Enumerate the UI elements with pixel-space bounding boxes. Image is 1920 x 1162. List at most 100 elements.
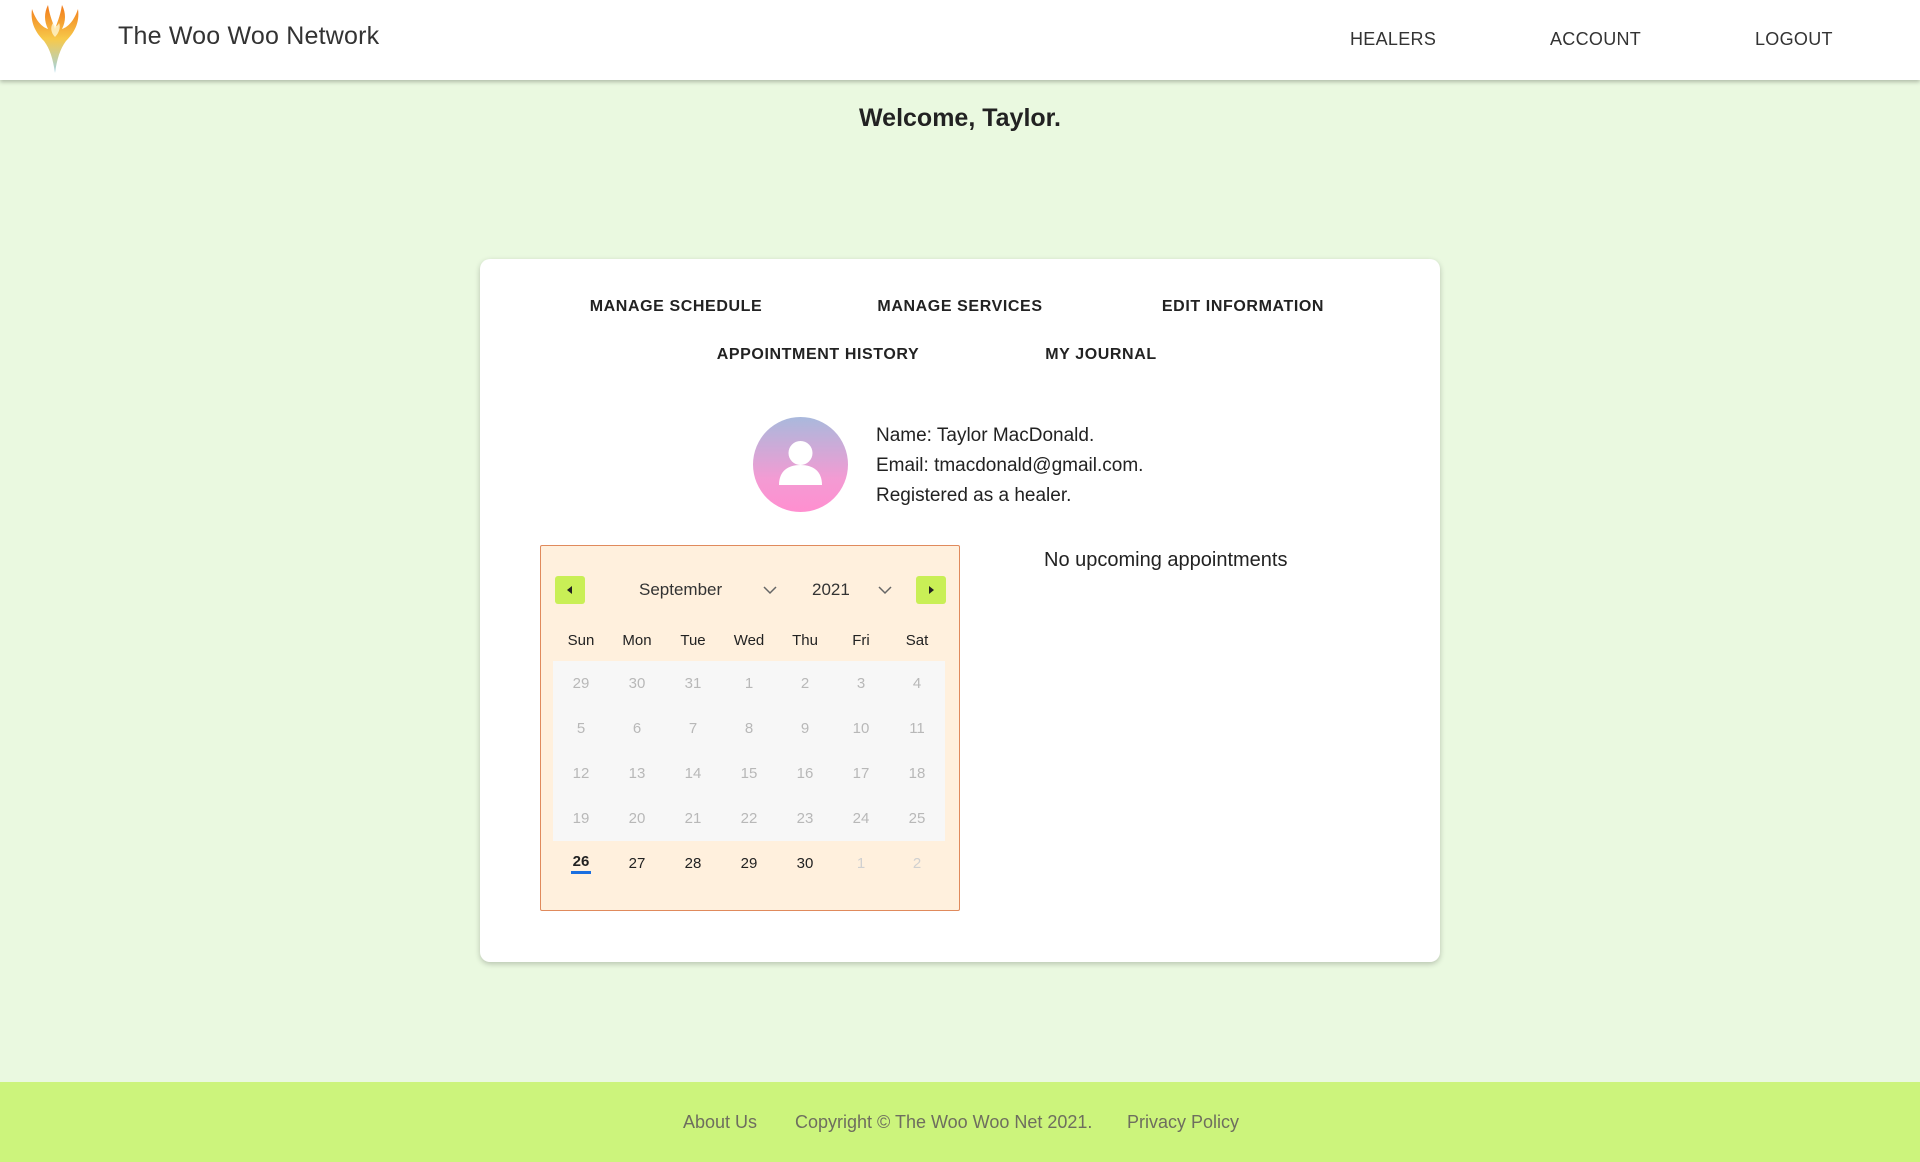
- calendar-day: 13: [609, 751, 665, 796]
- calendar-day: 1: [833, 841, 889, 886]
- day-number: 29: [740, 855, 758, 872]
- day-number: 5: [576, 720, 586, 737]
- tab-edit-information[interactable]: EDIT INFORMATION: [1162, 298, 1324, 316]
- calendar-day: 11: [889, 706, 945, 751]
- brand-title[interactable]: The Woo Woo Network: [118, 22, 379, 51]
- calendar-day[interactable]: 28: [665, 841, 721, 886]
- day-number: 7: [688, 720, 698, 737]
- day-number: 30: [628, 675, 646, 692]
- day-number: 26: [570, 853, 592, 874]
- year-select[interactable]: 2021: [812, 577, 892, 603]
- tab-my-journal[interactable]: MY JOURNAL: [1045, 346, 1157, 364]
- weekday-label: Thu: [792, 632, 818, 649]
- calendar-day: 21: [665, 796, 721, 841]
- about-us-link[interactable]: About Us: [683, 1112, 757, 1133]
- day-number: 17: [852, 765, 870, 782]
- footer: About Us Copyright © The Woo Woo Net 202…: [0, 1082, 1920, 1162]
- day-number: 13: [628, 765, 646, 782]
- profile-name: Name: Taylor MacDonald.: [876, 425, 1095, 446]
- copyright-text: Copyright © The Woo Woo Net 2021.: [795, 1112, 1093, 1132]
- calendar-day[interactable]: 27: [609, 841, 665, 886]
- day-number: 28: [684, 855, 702, 872]
- tab-manage-schedule[interactable]: MANAGE SCHEDULE: [590, 298, 763, 316]
- caret-left-icon: [567, 586, 572, 594]
- calendar-day: 9: [777, 706, 833, 751]
- calendar-day: 25: [889, 796, 945, 841]
- calendar-widget: September 2021 Sun Mon Tue Wed Thu Fri Sat 29 3…: [540, 545, 960, 911]
- dashboard-card: MANAGE SCHEDULE MANAGE SERVICES EDIT INF…: [480, 259, 1440, 962]
- day-number: 2: [912, 855, 922, 872]
- no-appointments-text: No upcoming appointments: [1044, 549, 1288, 571]
- calendar-day: 14: [665, 751, 721, 796]
- nav-healers[interactable]: HEALERS: [1350, 29, 1436, 50]
- chevron-down-icon: [878, 586, 892, 595]
- year-value: 2021: [812, 580, 850, 599]
- user-silhouette-icon: [779, 441, 822, 485]
- calendar-day: 1: [721, 661, 777, 706]
- weekday-label: Mon: [622, 632, 652, 649]
- month-value: September: [639, 580, 723, 599]
- top-navbar: The Woo Woo Network HEALERS ACCOUNT LOGO…: [0, 0, 1920, 80]
- next-month-button[interactable]: [916, 576, 946, 604]
- nav-logout[interactable]: LOGOUT: [1755, 29, 1833, 50]
- day-number: 10: [852, 720, 870, 737]
- calendar-day: 4: [889, 661, 945, 706]
- calendar-day: 2: [777, 661, 833, 706]
- day-number: 23: [796, 810, 814, 827]
- day-number: 2: [800, 675, 810, 692]
- day-number: 24: [852, 810, 870, 827]
- calendar-day: 5: [553, 706, 609, 751]
- calendar-day: 22: [721, 796, 777, 841]
- weekday-label: Fri: [852, 632, 870, 649]
- day-number: 22: [740, 810, 758, 827]
- calendar-day: 31: [665, 661, 721, 706]
- profile-email: Email: tmacdonald@gmail.com.: [876, 455, 1144, 476]
- calendar-day: 10: [833, 706, 889, 751]
- day-number: 8: [744, 720, 754, 737]
- calendar-day[interactable]: 29: [721, 841, 777, 886]
- calendar-day-today[interactable]: 26: [553, 841, 609, 886]
- chevron-down-icon: [763, 586, 777, 595]
- day-number: 1: [744, 675, 754, 692]
- privacy-policy-link[interactable]: Privacy Policy: [1127, 1112, 1239, 1133]
- calendar-day: 23: [777, 796, 833, 841]
- tab-appointment-history[interactable]: APPOINTMENT HISTORY: [717, 346, 920, 364]
- calendar-day: 29: [553, 661, 609, 706]
- day-number: 21: [684, 810, 702, 827]
- weekday-label: Wed: [733, 632, 765, 649]
- profile-role: Registered as a healer.: [876, 485, 1072, 506]
- calendar-day: 15: [721, 751, 777, 796]
- day-number: 9: [800, 720, 810, 737]
- day-number: 12: [572, 765, 590, 782]
- welcome-heading: Welcome, Taylor.: [859, 104, 1061, 132]
- calendar-day: 18: [889, 751, 945, 796]
- nav-account[interactable]: ACCOUNT: [1550, 29, 1641, 50]
- day-number: 31: [684, 675, 702, 692]
- tab-manage-services[interactable]: MANAGE SERVICES: [877, 298, 1042, 316]
- day-number: 6: [632, 720, 642, 737]
- calendar-day: 12: [553, 751, 609, 796]
- weekday-label: Tue: [680, 632, 706, 649]
- prev-month-button[interactable]: [555, 576, 585, 604]
- day-number: 3: [856, 675, 866, 692]
- calendar-day[interactable]: 30: [777, 841, 833, 886]
- day-number: 20: [628, 810, 646, 827]
- calendar-day: 20: [609, 796, 665, 841]
- day-number: 16: [796, 765, 814, 782]
- phoenix-logo-icon[interactable]: [26, 3, 84, 77]
- day-number: 29: [572, 675, 590, 692]
- calendar-day: 17: [833, 751, 889, 796]
- day-number: 25: [908, 810, 926, 827]
- calendar-day: 7: [665, 706, 721, 751]
- day-number: 19: [572, 810, 590, 827]
- day-number: 30: [796, 855, 814, 872]
- calendar-day: 3: [833, 661, 889, 706]
- calendar-day: 24: [833, 796, 889, 841]
- caret-right-icon: [929, 586, 934, 594]
- day-number: 15: [740, 765, 758, 782]
- day-number: 4: [912, 675, 922, 692]
- day-number: 1: [856, 855, 866, 872]
- weekday-label: Sun: [567, 632, 595, 649]
- calendar-day: 6: [609, 706, 665, 751]
- month-select[interactable]: September: [639, 577, 777, 603]
